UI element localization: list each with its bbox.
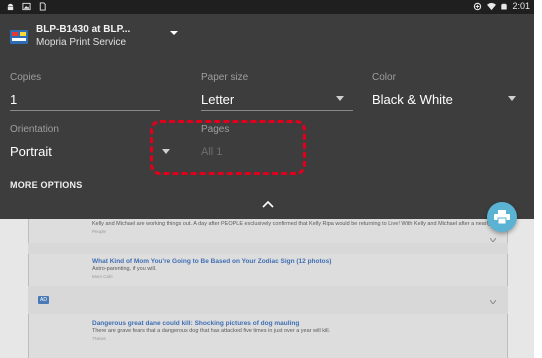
more-options-button[interactable]: MORE OPTIONS [10,180,82,190]
printer-logo-icon [10,30,28,44]
chevron-down-icon[interactable] [490,300,496,304]
print-icon [494,210,510,224]
clock: 2:01 [512,1,530,11]
paper-size-label: Paper size [201,72,249,83]
article-source: Mom Cafe [92,274,113,279]
wifi-icon [487,2,497,10]
paper-size-select[interactable]: Letter [201,92,234,107]
orientation-label: Orientation [10,124,59,135]
article-title[interactable]: Dangerous great dane could kill: Shockin… [92,320,502,327]
chevron-up-icon[interactable] [262,200,274,208]
printer-name: BLP-B1430 at BLP... [36,24,131,35]
printer-service: Mopria Print Service [36,37,127,48]
printer-dropdown-icon[interactable] [168,28,180,38]
article-item[interactable]: What Kind of Mom You're Going to Be Base… [92,258,502,280]
orientation-select[interactable]: Portrait [10,144,52,159]
article-body: There are grave fears that a dangerous d… [92,328,331,334]
chevron-down-icon[interactable] [336,96,344,102]
paper-size-underline [201,110,353,111]
android-icon [7,3,14,11]
copies-underline [10,110,160,111]
chevron-down-icon[interactable] [508,96,516,102]
article-item[interactable]: Dangerous great dane could kill: Shockin… [92,320,502,342]
print-button[interactable] [487,202,517,232]
data-saver-icon [474,2,482,10]
battery-icon [501,3,508,9]
status-bar: 2:01 [0,0,534,14]
printer-selector[interactable]: BLP-B1430 at BLP... Mopria Print Service [10,24,130,49]
article-title[interactable]: What Kind of Mom You're Going to Be Base… [92,258,502,265]
pages-highlight-annotation [150,120,306,175]
article-body: Astro-parenting, if you will. [92,266,157,272]
sim-card-icon [39,2,46,11]
copies-label: Copies [10,72,42,83]
color-select[interactable]: Black & White [372,92,453,107]
chevron-down-icon[interactable] [490,238,496,242]
article-body: Kelly and Michael are working things out… [92,221,502,227]
android-screen: Kelly and Michael are working things out… [0,0,536,358]
copies-input[interactable]: 1 [10,92,17,107]
ad-badge: AD [38,296,49,304]
color-label: Color [372,72,396,83]
print-options-panel: BLP-B1430 at BLP... Mopria Print Service… [0,14,534,219]
article-source: People [92,229,107,234]
article-item[interactable]: Kelly and Michael are working things out… [92,220,502,235]
image-icon [22,2,31,11]
article-source: 7News [92,336,106,341]
